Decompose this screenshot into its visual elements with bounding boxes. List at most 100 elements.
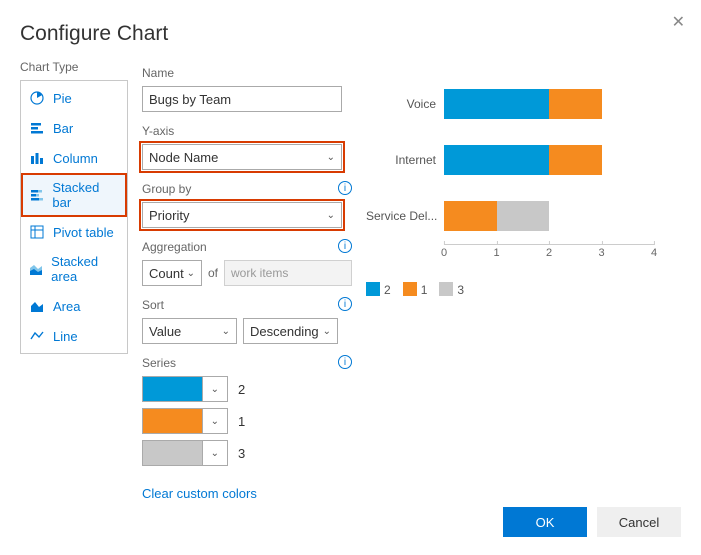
axis-tick: 2 <box>546 245 552 259</box>
chart-type-label-text: Bar <box>53 121 73 136</box>
series-value-label: 1 <box>238 414 245 429</box>
chevron-down-icon: ⌄ <box>187 268 195 279</box>
line-icon <box>29 328 45 344</box>
yaxis-label: Y-axis <box>142 124 352 138</box>
color-swatch <box>143 441 202 465</box>
sort-by-select[interactable]: Value ⌄ <box>142 318 237 344</box>
sort-label: Sort <box>142 298 164 312</box>
chevron-down-icon: ⌄ <box>202 441 227 465</box>
chart-type-label-text: Pivot table <box>53 225 114 240</box>
chart-type-stacked-bar[interactable]: Stacked bar <box>21 173 127 217</box>
of-input: work items <box>224 260 352 286</box>
name-label: Name <box>142 66 352 80</box>
info-icon[interactable]: i <box>338 181 352 195</box>
stacked-area-icon <box>29 261 43 277</box>
series-row: ⌄1 <box>142 408 352 434</box>
chevron-down-icon: ⌄ <box>202 409 227 433</box>
series-color-select[interactable]: ⌄ <box>142 376 228 402</box>
aggregation-value: Count <box>149 266 184 281</box>
chart-type-list: Pie Bar Column Stacked bar <box>20 80 128 354</box>
chevron-down-icon: ⌄ <box>222 326 230 337</box>
chevron-down-icon: ⌄ <box>202 377 227 401</box>
info-icon[interactable]: i <box>338 297 352 311</box>
pie-icon <box>29 90 45 106</box>
dialog-title: Configure Chart <box>20 22 681 46</box>
chart-type-label: Chart Type <box>20 60 128 74</box>
chevron-down-icon: ⌄ <box>323 326 331 337</box>
legend-item: 1 <box>403 282 428 297</box>
chart-type-label-text: Line <box>53 329 78 344</box>
axis-tick: 0 <box>441 245 447 259</box>
chart-type-stacked-area[interactable]: Stacked area <box>21 247 127 291</box>
chevron-down-icon: ⌄ <box>327 210 335 221</box>
series-value-label: 2 <box>238 382 245 397</box>
bar-row: Voice <box>366 76 656 132</box>
chart-type-pie[interactable]: Pie <box>21 83 127 113</box>
series-row: ⌄3 <box>142 440 352 466</box>
yaxis-select[interactable]: Node Name ⌄ <box>142 144 342 170</box>
legend-swatch <box>439 282 453 296</box>
bar-category-label: Internet <box>366 153 444 167</box>
name-input[interactable]: Bugs by Team <box>142 86 342 112</box>
series-color-select[interactable]: ⌄ <box>142 408 228 434</box>
axis-tick: 4 <box>651 245 657 259</box>
bar-segment <box>549 89 602 119</box>
chart-type-pivot[interactable]: Pivot table <box>21 217 127 247</box>
sort-dir-value: Descending <box>250 324 319 339</box>
color-swatch <box>143 377 202 401</box>
area-icon <box>29 298 45 314</box>
close-icon[interactable]: ✕ <box>672 12 685 32</box>
chevron-down-icon: ⌄ <box>327 152 335 163</box>
chart-type-column[interactable]: Column <box>21 143 127 173</box>
pivot-icon <box>29 224 45 240</box>
sort-by-value: Value <box>149 324 181 339</box>
series-label: Series <box>142 356 176 370</box>
ok-button[interactable]: OK <box>503 507 587 537</box>
series-color-select[interactable]: ⌄ <box>142 440 228 466</box>
name-value: Bugs by Team <box>149 92 231 107</box>
chart-type-area[interactable]: Area <box>21 291 127 321</box>
legend-item: 2 <box>366 282 391 297</box>
axis-tick: 3 <box>598 245 604 259</box>
groupby-value: Priority <box>149 208 189 223</box>
bar-segment <box>444 145 549 175</box>
bar-segment <box>444 89 549 119</box>
ok-label: OK <box>536 515 555 530</box>
legend-item: 3 <box>439 282 464 297</box>
column-icon <box>29 150 45 166</box>
chart-type-label-text: Column <box>53 151 98 166</box>
aggregation-select[interactable]: Count ⌄ <box>142 260 202 286</box>
bar-category-label: Voice <box>366 97 444 111</box>
bar-icon <box>29 120 45 136</box>
stacked-bar-icon <box>29 187 44 203</box>
yaxis-value: Node Name <box>149 150 218 165</box>
series-row: ⌄2 <box>142 376 352 402</box>
bar-track <box>444 145 656 175</box>
chart-type-label-text: Area <box>53 299 80 314</box>
chart-type-line[interactable]: Line <box>21 321 127 351</box>
chart-type-label-text: Stacked bar <box>52 180 119 210</box>
cancel-label: Cancel <box>619 515 659 530</box>
of-value: work items <box>231 266 288 280</box>
groupby-select[interactable]: Priority ⌄ <box>142 202 342 228</box>
axis-tick: 1 <box>493 245 499 259</box>
cancel-button[interactable]: Cancel <box>597 507 681 537</box>
info-icon[interactable]: i <box>338 239 352 253</box>
legend-swatch <box>403 282 417 296</box>
sort-dir-select[interactable]: Descending ⌄ <box>243 318 338 344</box>
info-icon[interactable]: i <box>338 355 352 369</box>
aggregation-label: Aggregation <box>142 240 207 254</box>
bar-segment <box>549 145 602 175</box>
bar-row: Internet <box>366 132 656 188</box>
groupby-label: Group by <box>142 182 191 196</box>
bar-category-label: Service Del... <box>366 209 444 223</box>
x-axis: 0 1 2 3 4 <box>444 244 654 264</box>
chart-type-label-text: Pie <box>53 91 72 106</box>
clear-colors-link[interactable]: Clear custom colors <box>142 486 352 501</box>
chart-type-bar[interactable]: Bar <box>21 113 127 143</box>
bar-row: Service Del... <box>366 188 656 244</box>
bar-segment <box>497 201 550 231</box>
of-label: of <box>208 266 218 280</box>
series-value-label: 3 <box>238 446 245 461</box>
bar-track <box>444 201 656 231</box>
